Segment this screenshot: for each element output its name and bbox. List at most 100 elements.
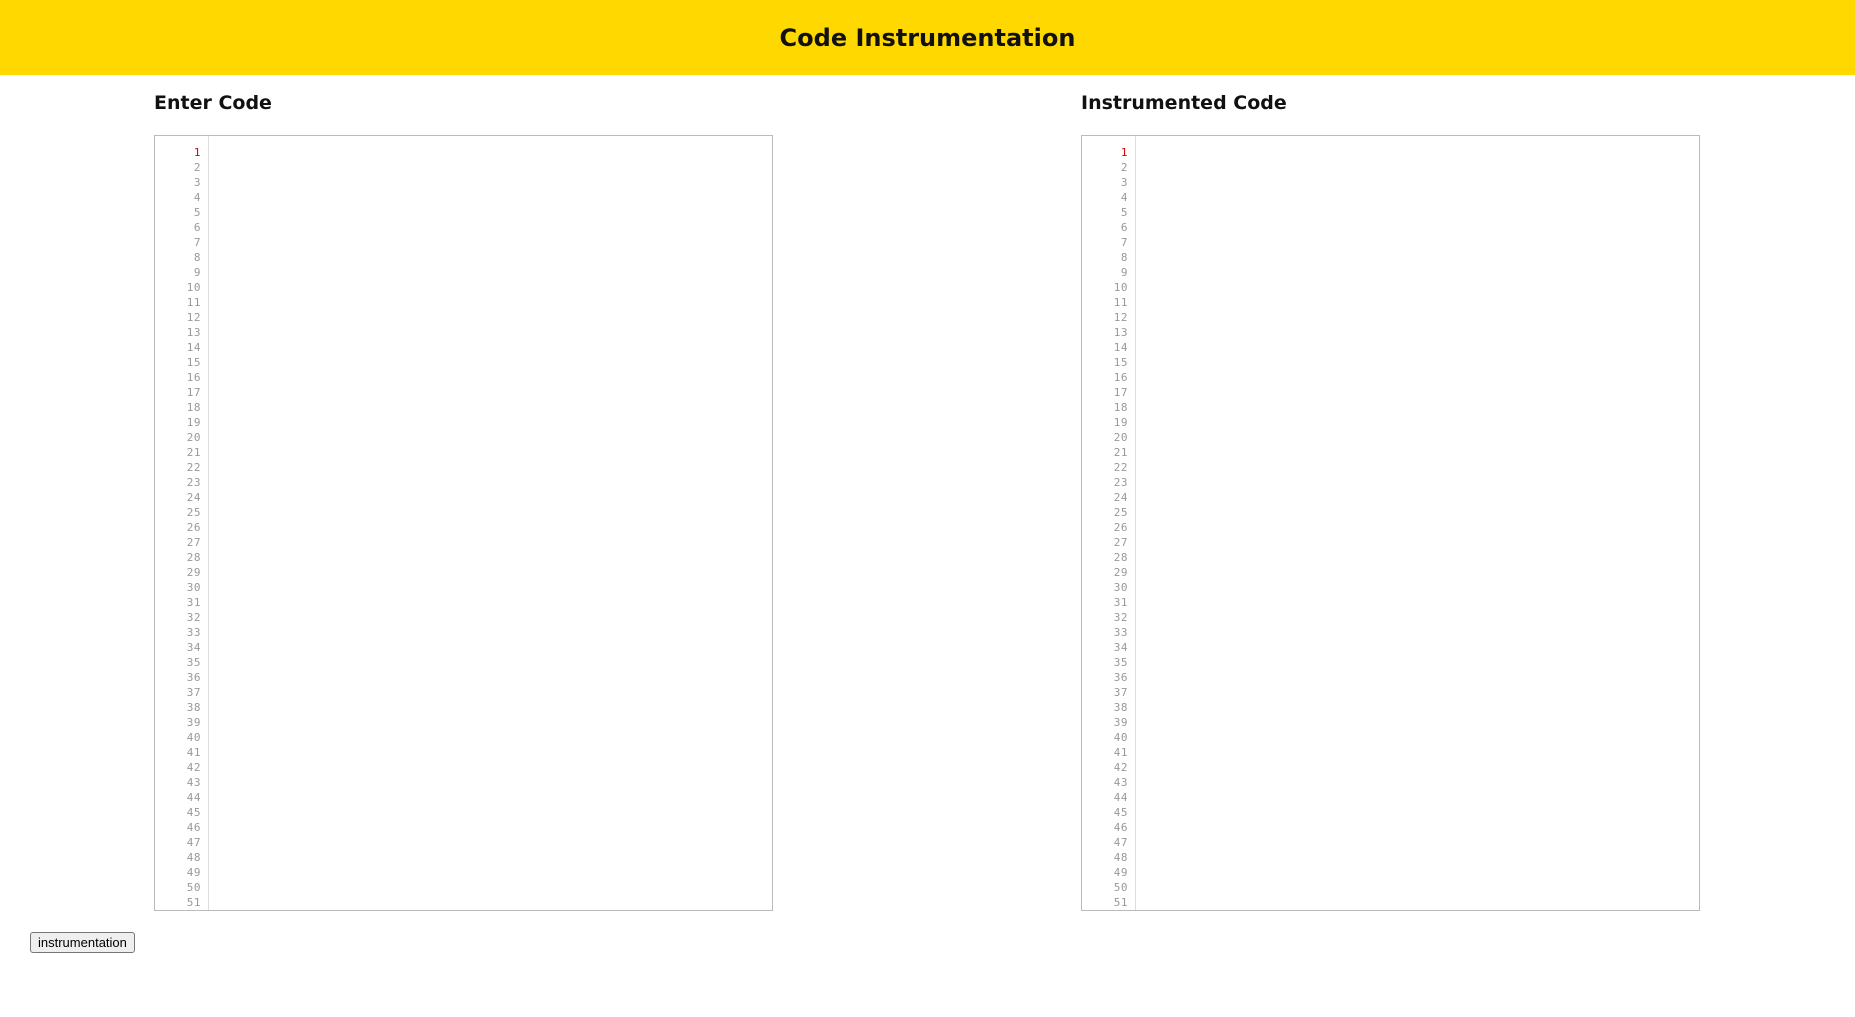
line-number: 48 (186, 851, 201, 864)
line-number: 15 (1113, 356, 1128, 369)
line-number: 44 (186, 791, 201, 804)
line-number: 47 (1113, 836, 1128, 849)
line-number: 3 (193, 176, 201, 189)
line-number: 32 (1113, 611, 1128, 624)
line-number: 46 (1113, 821, 1128, 834)
line-number: 25 (186, 506, 201, 519)
line-number: 19 (1113, 416, 1128, 429)
code-input-editor[interactable]: 1 2 3 4 5 6 7 8 9 10 11 12 13 14 15 16 17 18 19 20 21 22 23 24 2… (154, 135, 773, 911)
instrumented-code-editor[interactable]: 1 2 3 4 5 6 7 8 9 10 11 12 13 14 15 16 17 18 19 20 21 22 23 24 2… (1081, 135, 1700, 911)
instrumented-code-textarea[interactable] (1137, 136, 1699, 910)
line-number: 34 (1113, 641, 1128, 654)
page-title: Code Instrumentation (779, 23, 1076, 52)
line-number: 20 (1113, 431, 1128, 444)
line-number: 40 (1113, 731, 1128, 744)
line-number: 15 (186, 356, 201, 369)
line-number: 47 (186, 836, 201, 849)
line-number: 22 (186, 461, 201, 474)
line-number-gutter: 1 2 3 4 5 6 7 8 9 10 11 12 13 14 15 16 17 18 19 20 21 22 23 24 2… (155, 136, 209, 910)
line-number: 5 (193, 206, 201, 219)
line-number: 8 (1120, 251, 1128, 264)
line-number: 26 (1113, 521, 1128, 534)
line-number: 27 (186, 536, 201, 549)
line-number: 24 (186, 491, 201, 504)
line-number: 28 (1113, 551, 1128, 564)
line-number: 1 (193, 146, 201, 159)
instrumentation-button[interactable]: instrumentation (30, 932, 135, 953)
line-number: 34 (186, 641, 201, 654)
line-number: 31 (186, 596, 201, 609)
line-number: 29 (186, 566, 201, 579)
line-number: 37 (1113, 686, 1128, 699)
line-number: 33 (186, 626, 201, 639)
line-number: 30 (1113, 581, 1128, 594)
line-number: 45 (1113, 806, 1128, 819)
line-number: 51 (186, 896, 201, 909)
line-number: 9 (193, 266, 201, 279)
line-number: 35 (1113, 656, 1128, 669)
line-number: 38 (186, 701, 201, 714)
line-number: 3 (1120, 176, 1128, 189)
line-number: 49 (186, 866, 201, 879)
line-number: 2 (193, 161, 201, 174)
line-number: 30 (186, 581, 201, 594)
line-number: 35 (186, 656, 201, 669)
line-number: 14 (186, 341, 201, 354)
line-number: 44 (1113, 791, 1128, 804)
line-number: 24 (1113, 491, 1128, 504)
line-number: 49 (1113, 866, 1128, 879)
line-number: 6 (193, 221, 201, 234)
line-number: 31 (1113, 596, 1128, 609)
line-number: 36 (186, 671, 201, 684)
line-number: 41 (1113, 746, 1128, 759)
line-number: 29 (1113, 566, 1128, 579)
line-number: 23 (1113, 476, 1128, 489)
line-number: 13 (1113, 326, 1128, 339)
line-number: 12 (186, 311, 201, 324)
input-panel-title: Enter Code (154, 92, 272, 114)
line-number: 21 (186, 446, 201, 459)
line-number: 9 (1120, 266, 1128, 279)
line-number: 23 (186, 476, 201, 489)
line-number: 1 (1120, 146, 1128, 159)
line-number: 38 (1113, 701, 1128, 714)
line-number: 39 (1113, 716, 1128, 729)
line-number: 46 (186, 821, 201, 834)
line-number: 43 (186, 776, 201, 789)
line-number: 13 (186, 326, 201, 339)
line-number: 28 (186, 551, 201, 564)
line-number: 16 (1113, 371, 1128, 384)
line-number: 5 (1120, 206, 1128, 219)
app-header: Code Instrumentation (0, 0, 1855, 75)
line-number: 2 (1120, 161, 1128, 174)
line-number: 42 (186, 761, 201, 774)
line-number: 8 (193, 251, 201, 264)
line-number: 12 (1113, 311, 1128, 324)
line-number: 39 (186, 716, 201, 729)
line-number: 18 (186, 401, 201, 414)
line-number: 45 (186, 806, 201, 819)
line-number: 37 (186, 686, 201, 699)
line-number-gutter: 1 2 3 4 5 6 7 8 9 10 11 12 13 14 15 16 17 18 19 20 21 22 23 24 2… (1082, 136, 1136, 910)
output-panel-title: Instrumented Code (1081, 92, 1287, 114)
line-number: 11 (186, 296, 201, 309)
line-number: 50 (1113, 881, 1128, 894)
line-number: 32 (186, 611, 201, 624)
line-number: 21 (1113, 446, 1128, 459)
code-input-textarea[interactable] (210, 136, 772, 910)
line-number: 10 (1113, 281, 1128, 294)
line-number: 11 (1113, 296, 1128, 309)
line-number: 36 (1113, 671, 1128, 684)
line-number: 25 (1113, 506, 1128, 519)
line-number: 4 (1120, 191, 1128, 204)
line-number: 6 (1120, 221, 1128, 234)
line-number: 50 (186, 881, 201, 894)
line-number: 40 (186, 731, 201, 744)
line-number: 43 (1113, 776, 1128, 789)
line-number: 14 (1113, 341, 1128, 354)
line-number: 22 (1113, 461, 1128, 474)
line-number: 33 (1113, 626, 1128, 639)
line-number: 51 (1113, 896, 1128, 909)
line-number: 20 (186, 431, 201, 444)
line-number: 7 (1120, 236, 1128, 249)
